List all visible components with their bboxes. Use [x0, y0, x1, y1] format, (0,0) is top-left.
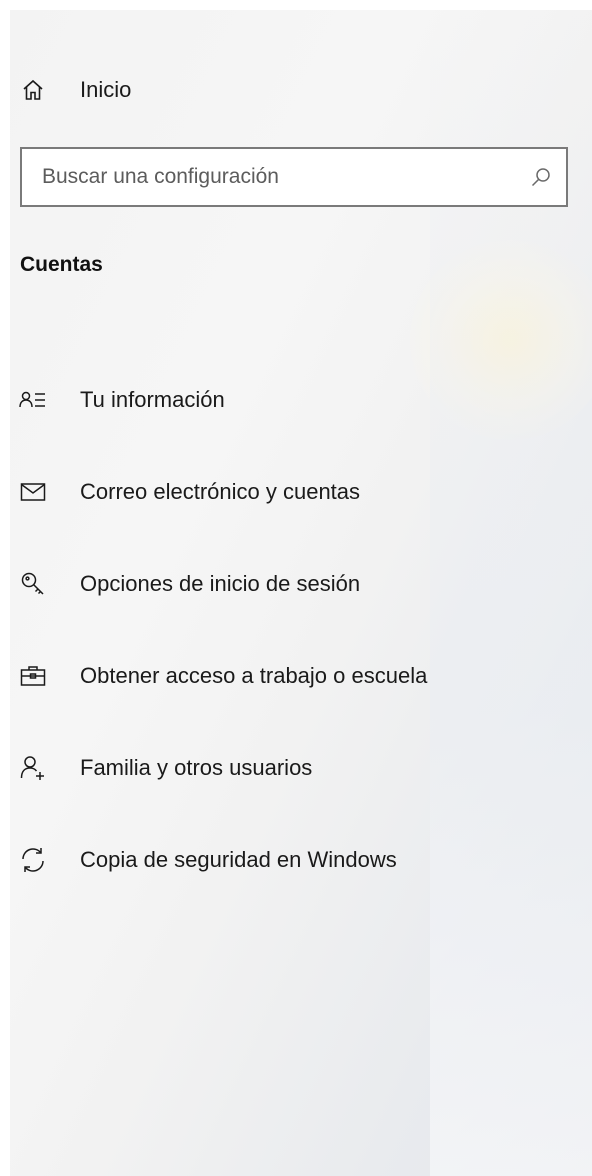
home-label: Inicio — [80, 77, 132, 102]
add-user-icon — [18, 753, 48, 783]
nav-label: Tu información — [80, 387, 225, 412]
nav-label: Copia de seguridad en Windows — [80, 847, 397, 872]
search-button[interactable] — [516, 149, 566, 205]
sync-icon — [18, 845, 48, 875]
accounts-nav: Tu información Correo electrónico y cuen… — [10, 354, 592, 906]
mail-icon — [18, 477, 48, 507]
section-title: Cuentas — [20, 253, 103, 276]
search-icon — [530, 166, 552, 188]
nav-item-family-users[interactable]: Familia y otros usuarios — [10, 722, 592, 814]
nav-label: Obtener acceso a trabajo o escuela — [80, 663, 428, 688]
nav-label: Opciones de inicio de sesión — [80, 571, 361, 596]
nav-label: Correo electrónico y cuentas — [80, 479, 361, 504]
briefcase-icon — [18, 661, 48, 691]
nav-item-email-accounts[interactable]: Correo electrónico y cuentas — [10, 446, 592, 538]
nav-label: Familia y otros usuarios — [80, 755, 313, 780]
nav-item-windows-backup[interactable]: Copia de seguridad en Windows — [10, 814, 592, 906]
search-box — [20, 147, 568, 207]
home-icon — [20, 77, 46, 103]
settings-sidebar: Inicio Cuentas Tu información — [10, 10, 592, 1176]
nav-item-your-info[interactable]: Tu información — [10, 354, 592, 446]
user-info-icon — [18, 385, 48, 415]
home-link[interactable]: Inicio — [20, 68, 320, 112]
key-icon — [18, 569, 48, 599]
search-input[interactable] — [22, 149, 516, 205]
nav-item-sign-in-options[interactable]: Opciones de inicio de sesión — [10, 538, 592, 630]
nav-item-work-school[interactable]: Obtener acceso a trabajo o escuela — [10, 630, 592, 722]
